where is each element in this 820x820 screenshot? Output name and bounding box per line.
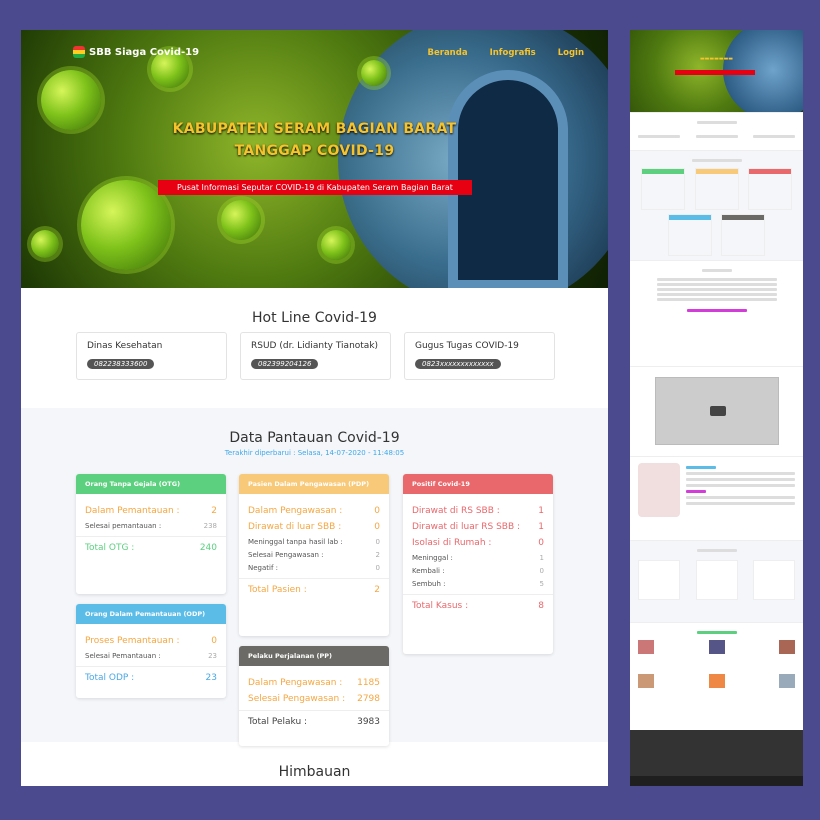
thumb-about (630, 456, 803, 540)
positif-kembali-row: Kembali :0 (412, 567, 544, 575)
card-positif: Positif Covid-19 Dirawat di RS SBB :1 Di… (403, 474, 553, 654)
hotline-card-dinkes: Dinas Kesehatan 082238333600 (76, 332, 227, 380)
pdp-dirawat-row: Dirawat di luar SBB :0 (248, 522, 380, 532)
monitoring-section: Data Pantauan Covid-19 Terakhir diperbar… (21, 408, 608, 746)
brand-logo[interactable]: SBB Siaga Covid-19 (73, 46, 199, 58)
nav-infografis[interactable]: Infografis (490, 48, 536, 58)
card-pp-header: Pelaku Perjalanan (PP) (239, 646, 389, 666)
hotline-phone-badge[interactable]: 082399204126 (251, 359, 319, 369)
hero-title-line1: KABUPATEN SERAM BAGIAN BARAT (172, 121, 457, 137)
positif-rs-sbb-row: Dirawat di RS SBB :1 (412, 506, 544, 516)
hotline-name: RSUD (dr. Lidianty Tianotak) (251, 341, 379, 351)
play-icon[interactable] (709, 406, 726, 416)
himbauan-title: Himbauan (278, 764, 351, 780)
odp-proses-row: Proses Pemantauan :0 (85, 636, 217, 646)
card-otg: Orang Tanpa Gejala (OTG) Dalam Pemantaua… (76, 474, 226, 594)
thumb-hotline (630, 112, 803, 150)
odp-selesai-row: Selesai Pemantauan :23 (85, 652, 217, 660)
thumb-video-player[interactable] (654, 377, 779, 445)
virus-icon (221, 200, 261, 240)
full-page-thumbnail: ▬▬▬▬▬▬▬ (630, 30, 803, 786)
hotline-card-rsud: RSUD (dr. Lidianty Tianotak) 08239920412… (240, 332, 391, 380)
top-nav: Beranda Infografis Login (428, 48, 584, 58)
hotline-title: Hot Line Covid-19 (252, 310, 377, 326)
thumb-prevention (630, 540, 803, 622)
hotline-section: Hot Line Covid-19 Dinas Kesehatan 082238… (21, 288, 608, 408)
brand-logo-icon (73, 46, 85, 58)
thumb-hero: ▬▬▬▬▬▬▬ (630, 30, 803, 112)
card-pdp: Pasien Dalam Pengawasan (PDP) Dalam Peng… (239, 474, 389, 636)
pp-dalam-row: Dalam Pengawasan :1185 (248, 678, 380, 688)
thumb-hero-title: ▬▬▬▬▬▬▬ (699, 56, 734, 62)
monitoring-title: Data Pantauan Covid-19 (229, 430, 400, 446)
positif-sembuh-row: Sembuh :5 (412, 580, 544, 588)
positif-total-row: Total Kasus :8 (412, 601, 544, 611)
hero-section: SBB Siaga Covid-19 Beranda Infografis Lo… (21, 30, 608, 288)
positif-meninggal-row: Meninggal :1 (412, 554, 544, 562)
positif-isolasi-row: Isolasi di Rumah :0 (412, 538, 544, 548)
pdp-selesai-row: Selesai Pengawasan :2 (248, 551, 380, 559)
odp-total-row: Total ODP :23 (85, 673, 217, 683)
hero-title-line2: TANGGAP COVID-19 (234, 143, 395, 159)
card-odp-header: Orang Dalam Pemantauan (ODP) (76, 604, 226, 624)
pdp-negatif-row: Negatif :0 (248, 564, 380, 572)
otg-selesai-row: Selesai pemantauan :238 (85, 522, 217, 530)
nav-beranda[interactable]: Beranda (428, 48, 468, 58)
hotline-name: Gugus Tugas COVID-19 (415, 341, 519, 351)
thumb-himbauan (630, 260, 803, 366)
pdp-meninggal-row: Meninggal tanpa hasil lab :0 (248, 538, 380, 546)
himbauan-section: Himbauan (21, 742, 608, 786)
hotline-card-gugus: Gugus Tugas COVID-19 0823xxxxxxxxxxxxx (404, 332, 555, 380)
hero-throat-illustration (448, 70, 568, 288)
pp-selesai-row: Selesai Pengawasan :2798 (248, 694, 380, 704)
brand-name: SBB Siaga Covid-19 (89, 46, 200, 58)
nav-login[interactable]: Login (558, 48, 584, 58)
thumb-guides (630, 622, 803, 722)
hotline-phone-badge[interactable]: 082238333600 (87, 359, 155, 369)
virus-icon (361, 60, 387, 86)
card-odp: Orang Dalam Pemantauan (ODP) Proses Pema… (76, 604, 226, 698)
thumb-about-illustration (638, 463, 680, 517)
main-page-preview: SBB Siaga Covid-19 Beranda Infografis Lo… (21, 30, 608, 786)
last-updated: Terakhir diperbarui : Selasa, 14-07-2020… (224, 449, 405, 457)
hero-title: KABUPATEN SERAM BAGIAN BARAT TANGGAP COV… (21, 118, 608, 162)
virus-icon (31, 230, 59, 258)
pdp-dalam-row: Dalam Pengawasan :0 (248, 506, 380, 516)
hero-subtitle-banner: Pusat Informasi Seputar COVID-19 di Kabu… (158, 180, 472, 195)
card-positif-header: Positif Covid-19 (403, 474, 553, 494)
thumb-footer-bottom (630, 776, 803, 786)
card-otg-header: Orang Tanpa Gejala (OTG) (76, 474, 226, 494)
otg-dalam-row: Dalam Pemantauan :2 (85, 506, 217, 516)
thumb-monitoring (630, 150, 803, 260)
virus-icon (321, 230, 351, 260)
hotline-phone-badge[interactable]: 0823xxxxxxxxxxxxx (415, 359, 501, 369)
positif-luar-row: Dirawat di luar RS SBB :1 (412, 522, 544, 532)
pdp-total-row: Total Pasien :2 (248, 585, 380, 595)
hotline-name: Dinas Kesehatan (87, 341, 163, 351)
card-pp: Pelaku Perjalanan (PP) Dalam Pengawasan … (239, 646, 389, 746)
pp-total-row: Total Pelaku :3983 (248, 717, 380, 727)
thumb-hero-banner (675, 70, 755, 75)
card-pdp-header: Pasien Dalam Pengawasan (PDP) (239, 474, 389, 494)
thumb-video (630, 366, 803, 456)
otg-total-row: Total OTG :240 (85, 543, 217, 553)
